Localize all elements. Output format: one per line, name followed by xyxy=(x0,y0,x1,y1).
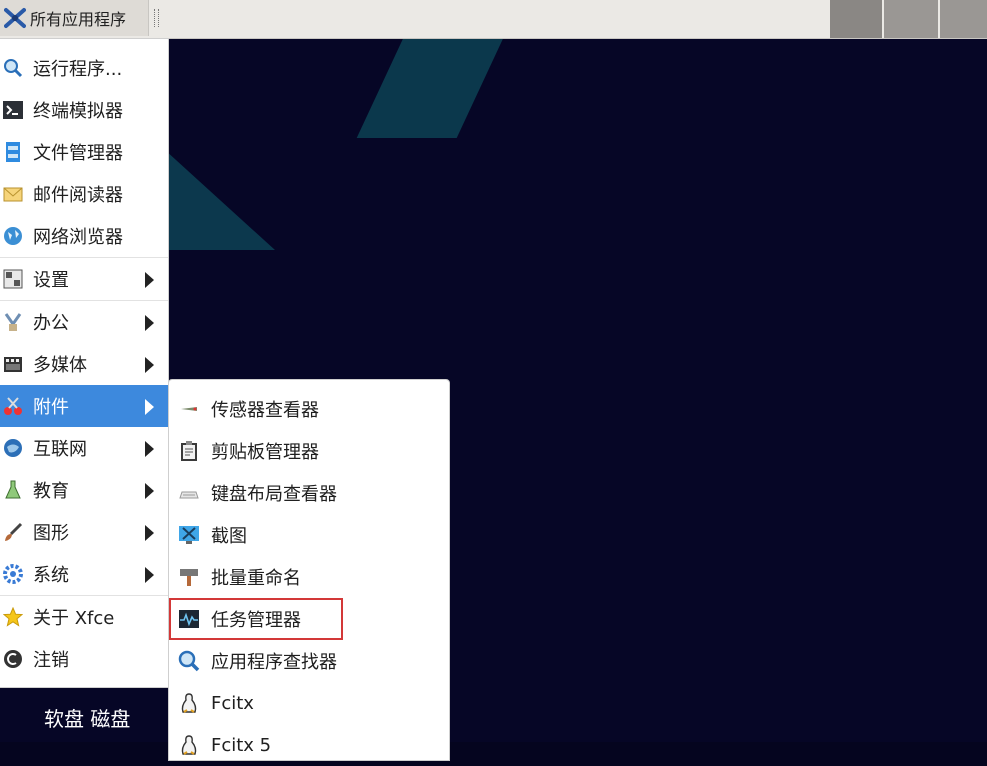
menu-item-label: 终端模拟器 xyxy=(33,101,123,122)
submenu-item-label: Fcitx xyxy=(211,692,254,714)
menu-item-multimedia[interactable]: 多媒体 xyxy=(0,343,168,385)
settings-icon xyxy=(2,268,24,290)
office-icon xyxy=(2,311,24,333)
menu-item-run-program[interactable]: 运行程序... xyxy=(0,47,168,89)
graphics-icon xyxy=(2,521,24,543)
submenu-item-label: 应用程序查找器 xyxy=(211,652,337,673)
menu-item-file-manager[interactable]: 文件管理器 xyxy=(0,131,168,173)
submenu-item-label: 剪贴板管理器 xyxy=(211,442,319,463)
submenu-item-fcitx[interactable]: Fcitx xyxy=(169,682,449,724)
xfce-logo-icon xyxy=(4,8,26,28)
globe-icon xyxy=(2,225,24,247)
submenu-item-sensor-viewer[interactable]: 传感器查看器 xyxy=(169,388,449,430)
submenu-item-task-manager[interactable]: 任务管理器 xyxy=(169,598,343,640)
wallpaper-shape xyxy=(165,150,275,250)
menu-item-accessories[interactable]: 附件 xyxy=(0,385,168,427)
submenu-arrow-icon xyxy=(145,357,154,373)
task-manager-icon xyxy=(177,607,201,631)
menu-item-settings[interactable]: 设置 xyxy=(0,258,168,300)
education-icon xyxy=(2,479,24,501)
logout-icon xyxy=(2,648,24,670)
submenu-arrow-icon xyxy=(145,399,154,415)
workspace-2[interactable] xyxy=(884,0,938,38)
submenu-arrow-icon xyxy=(145,483,154,499)
desktop-icon-label[interactable]: 软盘 磁盘 xyxy=(44,703,130,732)
menu-item-label: 网络浏览器 xyxy=(33,227,123,248)
submenu-item-label: 键盘布局查看器 xyxy=(211,484,337,505)
menu-item-label: 关于 Xfce xyxy=(33,608,115,629)
menu-item-label: 运行程序... xyxy=(33,59,123,80)
multimedia-icon xyxy=(2,353,24,375)
accessories-submenu: 传感器查看器 剪贴板管理器 键盘布局查看器 截图 批量重命名 任务管理器 应用程… xyxy=(168,379,450,761)
submenu-item-label: Fcitx 5 xyxy=(211,734,272,756)
menu-item-mail-reader[interactable]: 邮件阅读器 xyxy=(0,173,168,215)
submenu-item-label: 任务管理器 xyxy=(211,610,301,631)
internet-icon xyxy=(2,437,24,459)
menu-item-graphics[interactable]: 图形 xyxy=(0,511,168,553)
menu-item-about-xfce[interactable]: 关于 Xfce xyxy=(0,596,168,638)
submenu-item-screenshot[interactable]: 截图 xyxy=(169,514,449,556)
menu-item-label: 邮件阅读器 xyxy=(33,185,123,206)
workspace-3[interactable] xyxy=(940,0,987,38)
menu-item-label: 文件管理器 xyxy=(33,143,123,164)
fcitx-icon xyxy=(177,691,201,715)
system-icon xyxy=(2,563,24,585)
workspace-1[interactable] xyxy=(830,0,882,38)
panel-separator xyxy=(154,9,159,27)
menu-item-system[interactable]: 系统 xyxy=(0,553,168,595)
accessories-icon xyxy=(2,395,24,417)
applications-menu-button[interactable]: 所有应用程序 xyxy=(0,0,149,36)
rename-icon xyxy=(177,565,201,589)
submenu-arrow-icon xyxy=(145,441,154,457)
top-panel: 所有应用程序 xyxy=(0,0,987,39)
menu-item-label: 多媒体 xyxy=(33,355,87,376)
menu-item-education[interactable]: 教育 xyxy=(0,469,168,511)
menu-item-office[interactable]: 办公 xyxy=(0,301,168,343)
wallpaper-shape xyxy=(356,38,504,138)
search-icon xyxy=(2,57,24,79)
sensor-icon xyxy=(177,397,201,421)
applications-menu-label: 所有应用程序 xyxy=(30,10,127,29)
menu-item-label: 教育 xyxy=(33,481,69,502)
submenu-item-keyboard-layout-viewer[interactable]: 键盘布局查看器 xyxy=(169,472,449,514)
submenu-arrow-icon xyxy=(145,525,154,541)
mail-icon xyxy=(2,183,24,205)
submenu-arrow-icon xyxy=(145,272,154,288)
submenu-item-label: 传感器查看器 xyxy=(211,400,319,421)
file-manager-icon xyxy=(2,141,24,163)
menu-item-label: 附件 xyxy=(33,397,69,418)
submenu-item-clipboard-manager[interactable]: 剪贴板管理器 xyxy=(169,430,449,472)
menu-item-logout[interactable]: 注销 xyxy=(0,638,168,680)
menu-item-label: 注销 xyxy=(33,650,69,671)
submenu-item-bulk-rename[interactable]: 批量重命名 xyxy=(169,556,449,598)
menu-item-label: 系统 xyxy=(33,565,69,586)
submenu-arrow-icon xyxy=(145,567,154,583)
terminal-icon xyxy=(2,99,24,121)
menu-item-web-browser[interactable]: 网络浏览器 xyxy=(0,215,168,257)
star-icon xyxy=(2,606,24,628)
menu-item-label: 互联网 xyxy=(33,439,87,460)
submenu-item-app-finder[interactable]: 应用程序查找器 xyxy=(169,640,449,682)
submenu-item-label: 批量重命名 xyxy=(211,568,301,589)
app-finder-icon xyxy=(177,649,201,673)
menu-item-label: 办公 xyxy=(33,313,69,334)
applications-menu: 运行程序... 终端模拟器 文件管理器 邮件阅读器 网络浏览器 设置 办公 多媒… xyxy=(0,38,169,688)
fcitx5-icon xyxy=(177,733,201,757)
keyboard-icon xyxy=(177,481,201,505)
submenu-arrow-icon xyxy=(145,315,154,331)
screenshot-icon xyxy=(177,523,201,547)
clipboard-icon xyxy=(177,439,201,463)
menu-item-terminal[interactable]: 终端模拟器 xyxy=(0,89,168,131)
menu-item-label: 图形 xyxy=(33,523,69,544)
submenu-item-label: 截图 xyxy=(211,526,247,547)
submenu-item-fcitx5[interactable]: Fcitx 5 xyxy=(169,724,449,766)
menu-item-internet[interactable]: 互联网 xyxy=(0,427,168,469)
menu-item-label: 设置 xyxy=(33,270,69,291)
